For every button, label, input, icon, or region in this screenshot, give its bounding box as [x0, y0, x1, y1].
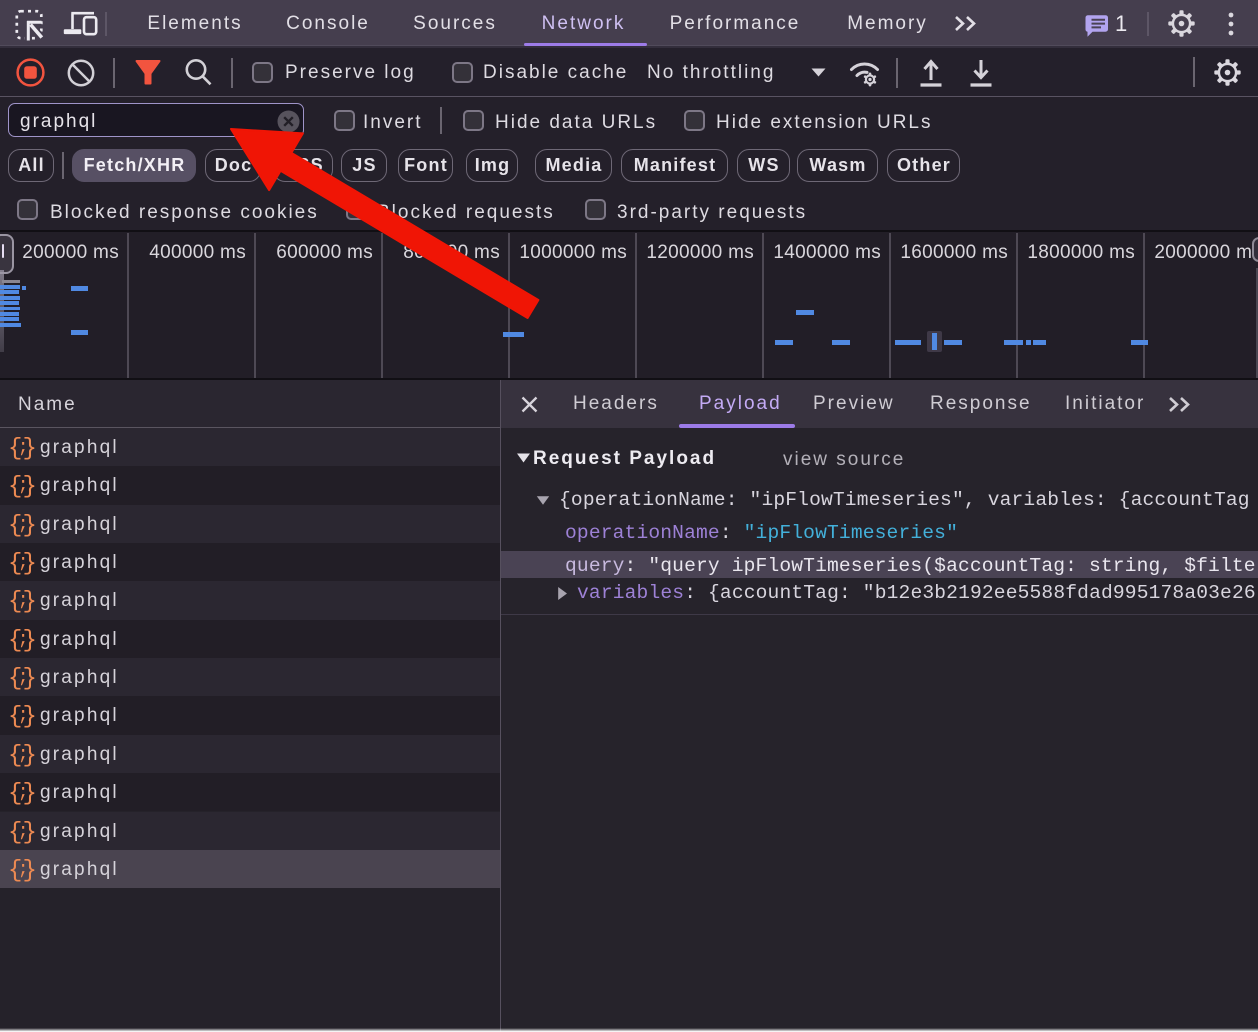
svg-text:}: } [23, 436, 37, 463]
svg-text:}: } [23, 857, 37, 884]
svg-text:}: } [23, 512, 37, 539]
svg-text:}: } [23, 742, 37, 769]
svg-text:}: } [23, 627, 37, 654]
svg-text:}: } [23, 551, 37, 578]
svg-text:}: } [23, 704, 37, 731]
svg-text:}: } [23, 666, 37, 693]
svg-text:}: } [23, 781, 37, 808]
svg-text:}: } [23, 474, 37, 501]
svg-text:}: } [23, 589, 37, 616]
svg-text:}: } [23, 819, 37, 846]
